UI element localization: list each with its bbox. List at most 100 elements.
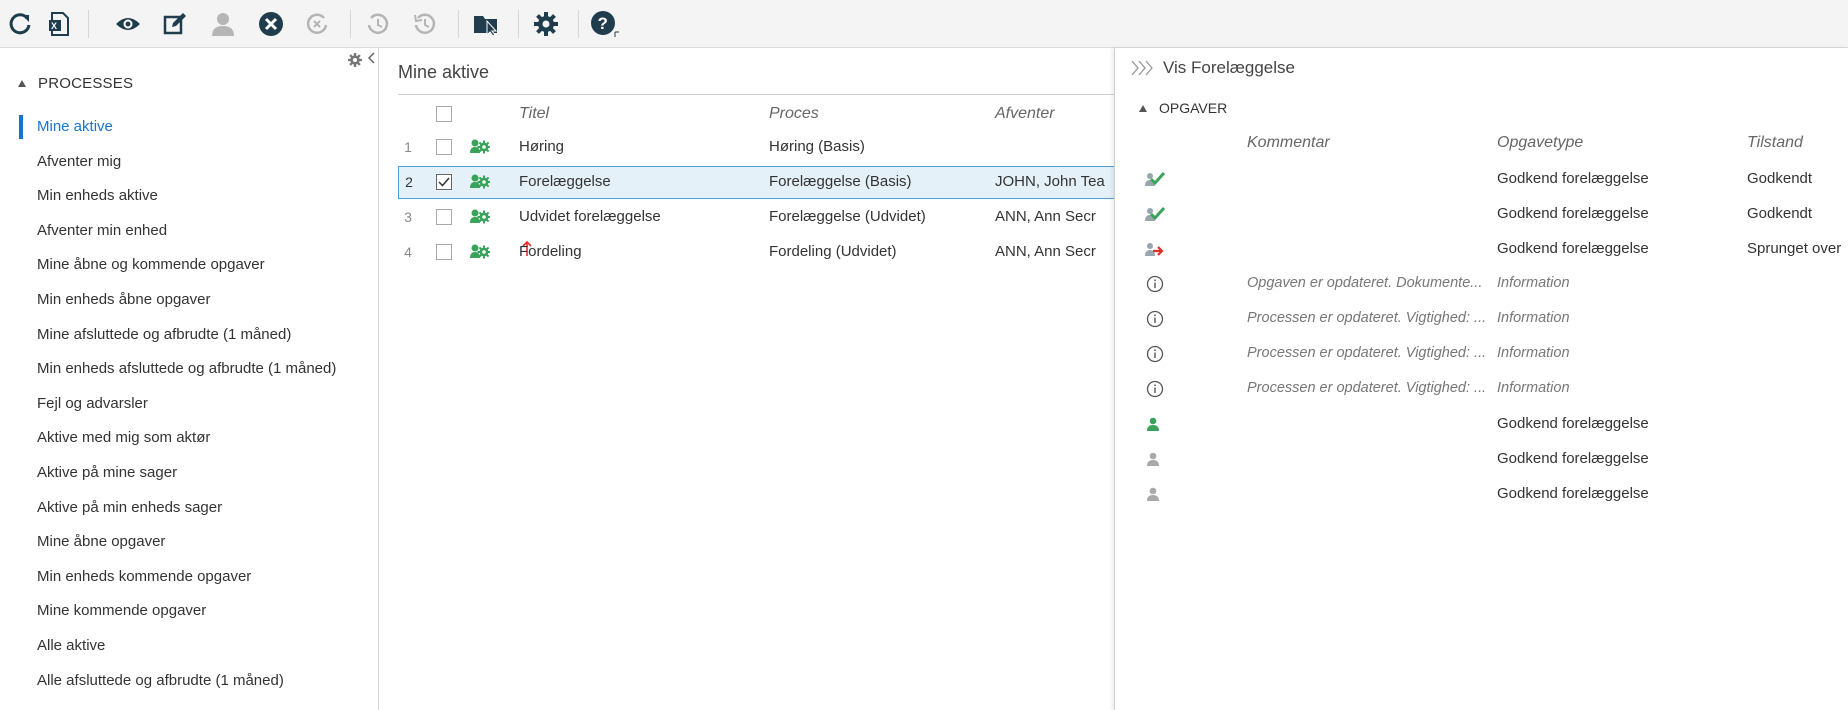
- cell-titel: Fordeling: [519, 243, 582, 260]
- sidebar-item-alle-aktive[interactable]: Alle aktive: [0, 629, 378, 664]
- task-row[interactable]: Godkend forelæggelse: [1115, 441, 1848, 476]
- collapse-triangle-icon: [1139, 104, 1147, 112]
- cancel-process-icon[interactable]: [301, 8, 333, 40]
- svg-text:?: ?: [598, 14, 608, 33]
- cell-afventer: JOHN, John Tea: [995, 173, 1105, 190]
- cell-tilstand: Godkendt: [1747, 170, 1813, 187]
- task-row[interactable]: Opgaven er opdateret. Dokumente... Infor…: [1115, 266, 1848, 301]
- sidebar-item-mine-afsluttede[interactable]: Mine afsluttede og afbrudte (1 måned): [0, 318, 378, 353]
- sidebar-item-min-enheds-aktive[interactable]: Min enheds aktive: [0, 179, 378, 214]
- column-header-tilstand[interactable]: Tilstand: [1747, 134, 1803, 152]
- table-row-selected[interactable]: 2 Forelæggelse Forelæggelse (Basis) JOHN…: [398, 166, 1114, 199]
- settings-icon[interactable]: [530, 8, 562, 40]
- page-title: Mine aktive: [398, 62, 490, 82]
- refresh-icon[interactable]: [4, 8, 36, 40]
- history-icon[interactable]: [409, 8, 441, 40]
- svg-text:X: X: [51, 21, 57, 31]
- cell-opgavetype: Godkend forelæggelse: [1497, 415, 1649, 432]
- table-row[interactable]: 3 Udvidet forelæggelse Forelæggelse (Udv…: [398, 201, 1114, 234]
- row-checkbox[interactable]: [436, 209, 452, 225]
- row-number: 4: [404, 244, 412, 260]
- task-row[interactable]: Godkend forelæggelse Sprunget over: [1115, 231, 1848, 266]
- sidebar-item-min-enheds-abne[interactable]: Min enheds åbne opgaver: [0, 283, 378, 318]
- cell-kommentar: Opgaven er opdateret. Dokumente...: [1247, 275, 1483, 291]
- info-icon: [1146, 380, 1164, 398]
- cell-proces: Forelæggelse (Basis): [769, 173, 912, 190]
- process-gear-icon: [470, 244, 490, 259]
- collapse-sidebar-icon[interactable]: [366, 51, 376, 65]
- main-list: Mine aktive Titel Proces Afventer 1 Høri…: [380, 48, 1114, 710]
- cell-titel: Forelæggelse: [519, 173, 611, 190]
- approved-check-icon: [1145, 206, 1165, 221]
- sidebar-item-aktive-pa-min-enheds-sager[interactable]: Aktive på min enheds sager: [0, 491, 378, 526]
- details-panel: Vis Forelæggelse OPGAVER Kommentar Opgav…: [1114, 48, 1848, 710]
- cell-opgavetype: Information: [1497, 380, 1570, 396]
- cell-opgavetype: Godkend forelæggelse: [1497, 205, 1649, 222]
- pending-user-icon: [1147, 487, 1159, 501]
- collapse-panel-icon[interactable]: [1131, 60, 1153, 76]
- opgaver-section-label: OPGAVER: [1159, 100, 1228, 116]
- table-row[interactable]: 1 Høring Høring (Basis): [398, 131, 1114, 164]
- sidebar-item-alle-afsluttede[interactable]: Alle afsluttede og afbrudte (1 måned): [0, 664, 378, 699]
- process-gear-icon: [470, 209, 490, 224]
- sidebar-item-min-enheds-afsluttede[interactable]: Min enheds afsluttede og afbrudte (1 mån…: [0, 352, 378, 387]
- cell-opgavetype: Godkend forelæggelse: [1497, 485, 1649, 502]
- cancel-icon[interactable]: [255, 8, 287, 40]
- cell-opgavetype: Information: [1497, 275, 1570, 291]
- sidebar-item-aktive-pa-mine-sager[interactable]: Aktive på mine sager: [0, 456, 378, 491]
- task-row[interactable]: Processen er opdateret. Vigtighed: ... I…: [1115, 301, 1848, 336]
- excel-export-icon[interactable]: X: [43, 8, 75, 40]
- sidebar-item-mine-aktive[interactable]: Mine aktive: [0, 110, 378, 145]
- task-row[interactable]: Processen er opdateret. Vigtighed: ... I…: [1115, 336, 1848, 371]
- sidebar-item-mine-abne-opgaver[interactable]: Mine åbne opgaver: [0, 525, 378, 560]
- opgaver-section-header[interactable]: OPGAVER: [1139, 100, 1227, 116]
- row-checkbox[interactable]: [436, 244, 452, 260]
- task-row[interactable]: Godkend forelæggelse: [1115, 406, 1848, 441]
- task-row[interactable]: Godkend forelæggelse Godkendt: [1115, 196, 1848, 231]
- cell-opgavetype: Godkend forelæggelse: [1497, 170, 1649, 187]
- column-header-proces[interactable]: Proces: [769, 105, 819, 123]
- row-checkbox-checked[interactable]: [436, 174, 452, 190]
- sidebar-settings-icon[interactable]: [348, 53, 362, 67]
- panel-title: Vis Forelæggelse: [1163, 58, 1295, 77]
- cell-opgavetype: Godkend forelæggelse: [1497, 240, 1649, 257]
- process-gear-icon: [470, 139, 490, 154]
- cell-opgavetype: Information: [1497, 310, 1570, 326]
- help-icon[interactable]: ?: [589, 8, 621, 40]
- grid-header: Titel Proces Afventer: [398, 94, 1114, 134]
- sidebar-item-aktive-med-mig[interactable]: Aktive med mig som aktør: [0, 421, 378, 456]
- cell-proces: Forelæggelse (Udvidet): [769, 208, 926, 225]
- move-folder-icon[interactable]: [470, 8, 502, 40]
- sidebar-item-mine-kommende[interactable]: Mine kommende opgaver: [0, 594, 378, 629]
- sidebar-item-fejl-og-advarsler[interactable]: Fejl og advarsler: [0, 387, 378, 422]
- cell-opgavetype: Godkend forelæggelse: [1497, 450, 1649, 467]
- edit-icon[interactable]: [159, 8, 191, 40]
- approved-check-icon: [1145, 171, 1165, 186]
- toolbar: X ?: [0, 0, 1848, 48]
- column-header-titel[interactable]: Titel: [519, 105, 549, 123]
- view-icon[interactable]: [112, 8, 144, 40]
- cell-afventer: ANN, Ann Secr: [995, 243, 1096, 260]
- column-header-opgavetype[interactable]: Opgavetype: [1497, 134, 1583, 152]
- row-number: 1: [404, 139, 412, 155]
- sidebar-item-mine-abne-og-kommende[interactable]: Mine åbne og kommende opgaver: [0, 248, 378, 283]
- column-header-afventer[interactable]: Afventer: [995, 105, 1055, 123]
- row-number: 2: [405, 174, 413, 190]
- table-row[interactable]: 4 Fordeling Fordeling (Udvidet) ANN, Ann…: [398, 236, 1114, 269]
- column-header-kommentar[interactable]: Kommentar: [1247, 134, 1330, 152]
- sidebar-item-min-enheds-kommende[interactable]: Min enheds kommende opgaver: [0, 560, 378, 595]
- sidebar-item-afventer-mig[interactable]: Afventer mig: [0, 145, 378, 180]
- info-icon: [1146, 345, 1164, 363]
- collapse-triangle-icon: [18, 79, 26, 87]
- row-checkbox[interactable]: [436, 139, 452, 155]
- task-row[interactable]: Godkend forelæggelse Godkendt: [1115, 161, 1848, 196]
- process-gear-icon: [470, 174, 490, 189]
- sidebar-item-afventer-min-enhed[interactable]: Afventer min enhed: [0, 214, 378, 249]
- select-all-checkbox[interactable]: [436, 106, 452, 122]
- task-row[interactable]: Godkend forelæggelse: [1115, 476, 1848, 511]
- restore-icon[interactable]: [362, 8, 394, 40]
- task-row[interactable]: Processen er opdateret. Vigtighed: ... I…: [1115, 371, 1848, 406]
- user-icon[interactable]: [207, 8, 239, 40]
- active-user-icon: [1147, 417, 1159, 431]
- processes-header[interactable]: PROCESSES: [18, 72, 133, 94]
